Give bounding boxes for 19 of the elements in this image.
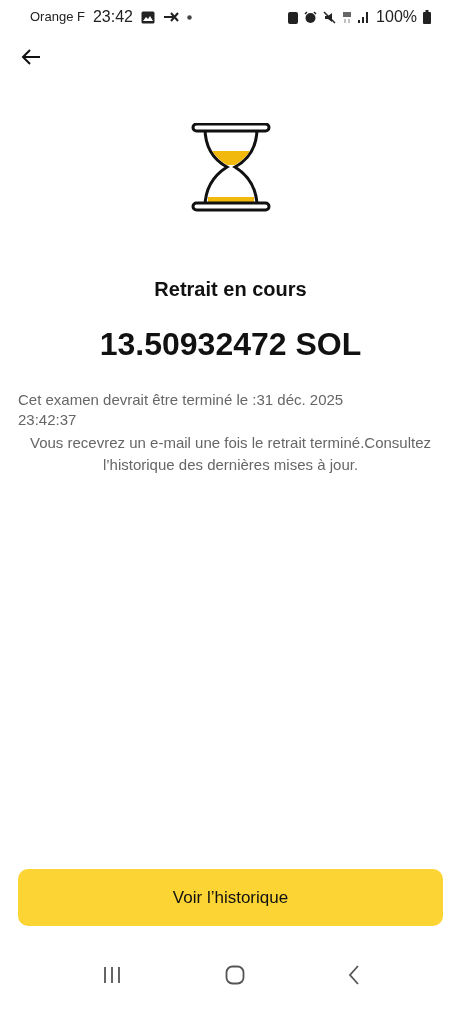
- email-notice-text: Vous recevrez un e-mail une fois le retrait terminé.Consultez l’historique des dernières mises à jour.: [29, 433, 432, 475]
- estimated-completion-text: Cet examen devrait être terminé le :31 déc. 2025 23:42:37: [18, 390, 345, 430]
- battery-percentage: 100%: [376, 7, 417, 27]
- signal-icon: [358, 11, 371, 23]
- status-title: Retrait en cours: [153, 277, 308, 302]
- image-icon: [140, 10, 155, 24]
- recent-apps-icon[interactable]: [101, 966, 122, 984]
- home-icon[interactable]: [224, 965, 245, 985]
- view-history-button[interactable]: Voir l’historique: [18, 869, 443, 926]
- mute-icon: [323, 10, 337, 24]
- back-nav-icon[interactable]: [347, 965, 360, 985]
- carrier-name: Orange F: [30, 8, 85, 27]
- dot-icon: [186, 14, 192, 20]
- clock: 23:42: [92, 7, 133, 27]
- battery-icon: [423, 10, 431, 24]
- withdrawal-amount: 13.50932472 SOL: [98, 325, 363, 364]
- app-icon: [162, 12, 179, 22]
- hourglass-icon: [190, 123, 271, 212]
- alarm-icon: [304, 10, 318, 24]
